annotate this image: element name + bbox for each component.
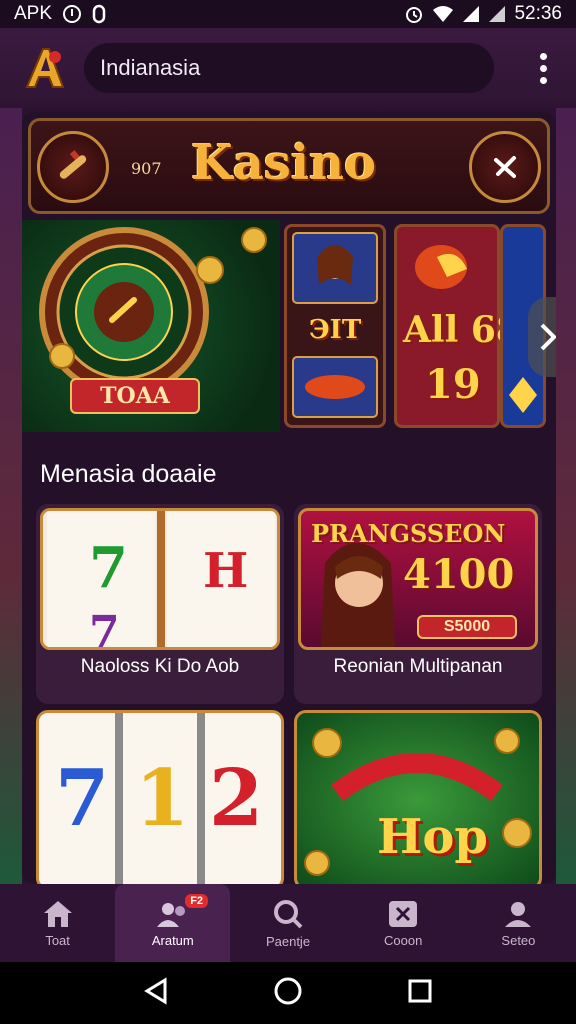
more-dot-icon [539,52,547,60]
cigar-icon-button[interactable] [37,131,109,203]
person-icon [505,901,532,927]
slot-reels-icon: 7 H 7 [47,511,275,649]
promo-sub: S5000 [417,615,517,639]
more-dot-icon [539,76,547,84]
data-saver-icon [92,4,106,24]
back-icon [144,976,167,1005]
section-title: Menasia doaaie [40,460,217,488]
nav-label: Toat [45,932,70,948]
nav-badge: F2 [185,894,209,908]
background-right [556,108,576,888]
nav-label: Paentje [265,933,311,949]
search-input[interactable]: Indianasia [84,43,494,93]
alarm-icon [404,4,424,24]
woman-portrait-icon [321,543,395,647]
nav-item-home[interactable]: Toat [0,884,115,962]
search-text: Indianasia [100,55,201,80]
app-bar: Indianasia [0,28,576,108]
background-left [0,108,22,888]
slot-text-small: 19 [425,361,481,408]
svg-text:H: H [203,543,248,599]
signal-icon [462,5,480,23]
game-card-3[interactable]: 7 1 2 [36,710,284,884]
hop-text: Hop [377,809,488,865]
nav-item-aratum[interactable]: Aratum F2 [115,884,231,962]
nav-label: Aratum [151,932,194,948]
nav-label: Cooon [384,932,423,948]
close-icon-button[interactable] [469,131,541,203]
nav-label: Seteo [501,932,536,948]
carousel-next-button[interactable] [528,297,556,377]
roulette-banner[interactable]: TOAA [22,220,280,432]
back-button[interactable] [141,976,171,1011]
roulette-label: TOAA [70,378,200,414]
nav-item-cooon[interactable]: Cooon [346,884,461,962]
game-label: Naoloss Ki Do Aob [80,656,240,677]
home-circle-icon [274,977,302,1004]
promo-amount: 4100 [403,551,515,598]
kasino-banner: 907 Kasino [28,118,550,214]
svg-text:7: 7 [89,535,128,601]
nav-item-search[interactable]: Paentje [230,884,345,962]
svg-text:7: 7 [89,607,120,649]
signal-icon-2 [488,5,506,23]
game-label: Reonian Multipanan [333,656,503,677]
bottom-nav: Toat Aratum F2 Paentje Cooon Seteo [0,884,576,962]
home-icon [43,900,72,927]
banner-title: Kasino [191,135,376,191]
more-dot-icon [539,64,547,72]
svg-text:1: 1 [135,753,189,844]
game-thumbnail: PRANGSSEON 4100 S5000 [298,508,538,650]
wifi-icon [432,5,454,23]
promo-text: ЭIT [309,315,362,345]
box-icon [389,900,418,927]
promo-card-slots[interactable]: All 68 19 [394,224,521,428]
system-nav-bar [0,962,576,1024]
status-time: 52:36 [514,3,562,24]
more-menu-button[interactable] [528,48,558,88]
nav-item-settings[interactable]: Seteo [461,884,576,962]
main-content[interactable]: 907 Kasino TOAA ЭIT All 68 19 Menasia do… [22,112,556,884]
recents-icon [408,979,432,1002]
game-thumbnail: 7 H 7 [40,508,280,650]
banner-number: 907 [131,159,162,178]
status-bar: APK 52:36 [0,0,576,28]
app-logo[interactable] [18,42,70,94]
notification-icon [62,4,82,24]
game-card-1[interactable]: 7 H 7 Naoloss Ki Do Aob [36,504,284,704]
promo-card-woman[interactable]: ЭIT [284,224,386,428]
game-card-2[interactable]: PRANGSSEON 4100 S5000 Reonian Multipanan [294,504,542,704]
recents-button[interactable] [405,976,435,1011]
status-label: APK [14,3,53,24]
svg-text:2: 2 [209,753,263,844]
slot-777-icon: 7 1 2 [39,713,281,884]
home-button[interactable] [273,976,303,1011]
svg-text:7: 7 [55,753,109,844]
search-icon [274,899,303,928]
game-card-4[interactable]: Hop [294,710,542,884]
